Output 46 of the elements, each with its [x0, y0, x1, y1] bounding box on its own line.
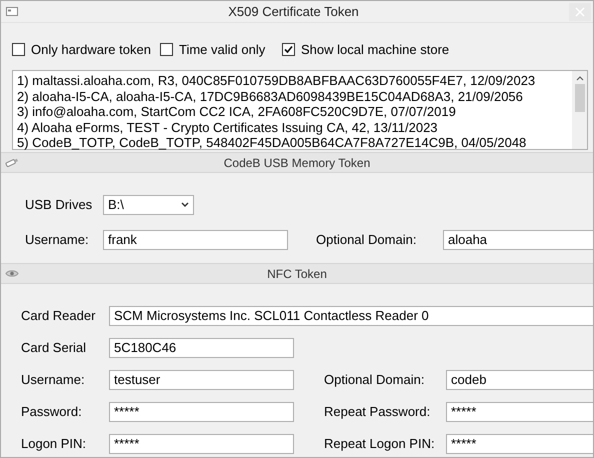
caret-icon — [181, 202, 189, 207]
input-field[interactable]: 5C180C46 — [109, 338, 294, 358]
eye-icon — [5, 269, 19, 278]
section-title: NFC Token — [267, 266, 327, 280]
field-label: Optional Domain: — [316, 232, 418, 247]
field-label: Repeat Password: — [324, 404, 432, 419]
list-item[interactable]: 5) CodeB_TOTP, CodeB_TOTP, 548402F45DA005B64CA7F8A727E14C9B, 04/05/2048 — [17, 135, 568, 150]
field-label: Card Reader — [21, 308, 96, 323]
checkbox-label[interactable]: Time valid only — [179, 42, 266, 56]
usb-stick-icon — [5, 158, 19, 167]
input-field[interactable]: testuser — [109, 370, 294, 390]
window-title: X509 Certificate Token — [227, 4, 360, 19]
field-label: Password: — [21, 404, 83, 419]
window-icon — [6, 7, 18, 16]
checkbox-label[interactable]: Only hardware token — [31, 42, 151, 56]
checkbox-label[interactable]: Show local machine store — [301, 42, 450, 56]
dropdown[interactable]: B:\ — [103, 194, 194, 214]
field-label: Logon PIN: — [21, 436, 88, 451]
section-header[interactable]: CodeB USB Memory Token — [1, 152, 593, 173]
input-field[interactable]: aloaha — [443, 230, 593, 250]
input-field[interactable]: ***** — [109, 402, 294, 422]
checkbox[interactable] — [160, 42, 173, 56]
field-label: Repeat Logon PIN: — [324, 436, 436, 451]
list-item[interactable]: 2) aloaha-I5-CA, aloaha-I5-CA, 17DC9B6683AD6098439BE15C04AD68A3, 21/09/2056 — [17, 88, 568, 104]
section-header[interactable]: NFC Token — [1, 263, 593, 284]
field-label: Optional Domain: — [324, 372, 426, 387]
field-label: USB Drives — [25, 197, 94, 212]
field-label: Username: — [21, 372, 86, 387]
scrollbar[interactable] — [572, 71, 587, 149]
list-item[interactable]: 1) maltassi.aloaha.com, R3, 040C85F010759DB8ABFBAAC63D760055F4E7, 12/09/2023 — [17, 73, 568, 88]
dropdown-value: B:\ — [108, 197, 124, 212]
field-label: Card Serial — [21, 340, 88, 355]
input-field[interactable]: ***** — [446, 434, 593, 454]
section-title: CodeB USB Memory Token — [224, 156, 370, 170]
list-item[interactable]: 4) Aloaha eForms, TEST - Crypto Certificates Issuing CA, 42, 13/11/2023 — [17, 120, 568, 135]
checkbox[interactable] — [12, 42, 25, 56]
field-label: Username: — [25, 232, 90, 247]
scrollbar-thumb[interactable] — [574, 84, 584, 112]
checkbox[interactable] — [282, 42, 295, 56]
input-field[interactable]: ***** — [446, 402, 593, 422]
input-field[interactable]: ***** — [109, 434, 294, 454]
input-field[interactable]: codeb — [446, 370, 593, 390]
input-field[interactable]: frank — [103, 230, 288, 250]
scroll-up-icon[interactable] — [576, 75, 584, 81]
input-field[interactable]: SCM Microsystems Inc. SCL011 Contactless Reader 0 — [109, 306, 593, 326]
list-item[interactable]: 3) info@aloaha.com, StartCom CC2 ICA, 2FA608FC520C9D7E, 07/07/2019 — [17, 104, 568, 120]
